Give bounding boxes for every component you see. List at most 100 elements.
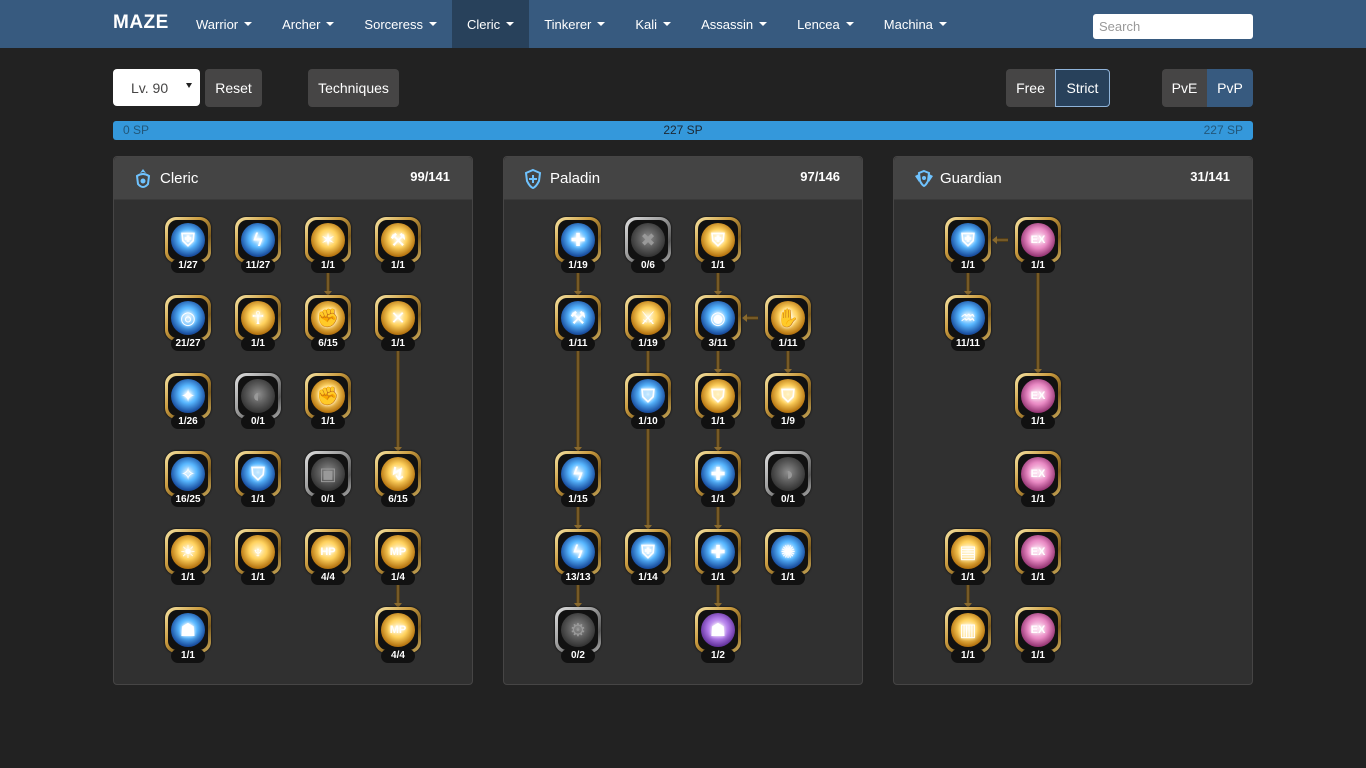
skill-node[interactable]: ☀ 1/1 [165, 529, 211, 587]
nav-item-sorceress[interactable]: Sorceress [349, 0, 452, 48]
mode-strict-button[interactable]: Strict [1055, 69, 1110, 107]
nav-item-lencea[interactable]: Lencea [782, 0, 869, 48]
pvp-button[interactable]: PvP [1207, 69, 1253, 107]
locked-cross-icon: ✖ [631, 223, 665, 257]
skill-node[interactable]: ▤ 1/1 [945, 529, 991, 587]
skill-node[interactable]: ✋ 1/11 [765, 295, 811, 353]
skill-node[interactable]: ϟ 13/13 [555, 529, 601, 587]
skill-node[interactable]: ✚ 1/1 [695, 529, 741, 587]
skill-node[interactable]: ⚒ 1/1 [375, 217, 421, 275]
skill-node[interactable]: ✦ 1/26 [165, 373, 211, 431]
skill-node[interactable]: EX 1/1 [1015, 451, 1061, 509]
skill-node[interactable]: ⚒ 1/11 [555, 295, 601, 353]
skill-node[interactable]: ✚ 1/1 [695, 451, 741, 509]
skill-node[interactable]: ◉ 3/11 [695, 295, 741, 353]
skill-node[interactable]: ✊ 6/15 [305, 295, 351, 353]
skill-node[interactable]: ⛨ 1/14 [625, 529, 671, 587]
level-select[interactable]: Lv. 90 [113, 69, 200, 106]
skill-node[interactable]: ◐ 0/1 [235, 373, 281, 431]
caret-down-icon [759, 22, 768, 26]
skill-inner: ♒ [948, 298, 988, 338]
skill-level-label: 1/1 [381, 337, 415, 351]
skill-node[interactable]: ✖ 0/6 [625, 217, 671, 275]
skill-node[interactable]: EX 1/1 [1015, 607, 1061, 665]
skill-level-label: 0/2 [561, 649, 595, 663]
skill-level-label: 1/1 [771, 571, 805, 585]
panel-sp-count: 31/141 [1190, 169, 1230, 184]
skill-node[interactable]: ✶ 1/1 [305, 217, 351, 275]
reset-button[interactable]: Reset [205, 69, 262, 107]
guard-icon: ⛨ [631, 535, 665, 569]
skill-inner: ☗ [698, 610, 738, 650]
skill-frame: ✶ [305, 217, 351, 263]
nav-item-kali[interactable]: Kali [620, 0, 686, 48]
skill-level-label: 11/11 [951, 337, 985, 351]
skill-node[interactable]: ⛨ 1/1 [695, 217, 741, 275]
skill-frame: ⚔ [625, 295, 671, 341]
skill-node[interactable]: ⛉ 1/10 [625, 373, 671, 431]
skill-level-label: 1/1 [1021, 415, 1055, 429]
skill-node[interactable]: ✚ 1/19 [555, 217, 601, 275]
sp-progress-bar: 0 SP 227 SP 227 SP [113, 121, 1253, 140]
skill-node[interactable]: ⛨ 1/27 [165, 217, 211, 275]
skill-node[interactable]: HP 4/4 [305, 529, 351, 587]
skill-node[interactable]: ⛨ 1/1 [945, 217, 991, 275]
skill-node[interactable]: ϟ 11/27 [235, 217, 281, 275]
skill-inner: ✋ [768, 298, 808, 338]
skill-node[interactable]: ◑ 0/1 [765, 451, 811, 509]
skill-frame: ▣ [305, 451, 351, 497]
skill-node[interactable]: ↯ 6/15 [375, 451, 421, 509]
pve-button[interactable]: PvE [1162, 69, 1207, 107]
skill-node[interactable]: ✊ 1/1 [305, 373, 351, 431]
nav-item-archer[interactable]: Archer [267, 0, 349, 48]
skill-node[interactable]: ✕ 1/1 [375, 295, 421, 353]
skill-level-label: 1/1 [381, 259, 415, 273]
skill-level-label: 1/1 [1021, 493, 1055, 507]
skill-node[interactable]: ⛉ 1/1 [695, 373, 741, 431]
nav-item-cleric[interactable]: Cleric [451, 0, 530, 48]
nav-item-assassin[interactable]: Assassin [686, 0, 782, 48]
skill-inner: ✚ [698, 454, 738, 494]
skill-node[interactable]: ♒ 11/11 [945, 295, 991, 353]
skill-node[interactable]: ⚔ 1/19 [625, 295, 671, 353]
skill-node[interactable]: ▥ 1/1 [945, 607, 991, 665]
skill-node[interactable]: ⛉ 1/1 [235, 451, 281, 509]
skill-node[interactable]: EX 1/1 [1015, 373, 1061, 431]
skill-node[interactable]: ♆ 1/1 [235, 529, 281, 587]
skill-node[interactable]: ☗ 1/1 [165, 607, 211, 665]
brand-logo[interactable]: MAZE [113, 12, 169, 34]
skill-inner: ⛨ [698, 220, 738, 260]
skill-inner: ↯ [378, 454, 418, 494]
skill-connector-line [394, 585, 402, 608]
skill-node[interactable]: EX 1/1 [1015, 217, 1061, 275]
skill-connector-line [714, 585, 722, 608]
skill-frame: ✖ [625, 217, 671, 263]
skill-node[interactable]: ✺ 1/1 [765, 529, 811, 587]
gold-ward-icon: ⛉ [771, 379, 805, 413]
nav-item-warrior[interactable]: Warrior [181, 0, 267, 48]
nav-item-machina[interactable]: Machina [869, 0, 962, 48]
skill-node[interactable]: ϟ 1/15 [555, 451, 601, 509]
skill-node[interactable]: ☥ 1/1 [235, 295, 281, 353]
skill-connector-line [1034, 273, 1042, 374]
skill-node[interactable]: EX 1/1 [1015, 529, 1061, 587]
skill-node[interactable]: ☗ 1/2 [695, 607, 741, 665]
skill-node[interactable]: MP 1/4 [375, 529, 421, 587]
skill-frame: ◎ [165, 295, 211, 341]
skill-node[interactable]: ▣ 0/1 [305, 451, 351, 509]
techniques-button[interactable]: Techniques [308, 69, 399, 107]
skill-frame: ◉ [695, 295, 741, 341]
skill-frame: ☗ [695, 607, 741, 653]
panel-sp-count: 99/141 [410, 169, 450, 184]
skill-node[interactable]: ◎ 21/27 [165, 295, 211, 353]
skill-level-label: 1/1 [311, 259, 345, 273]
skill-node[interactable]: MP 4/4 [375, 607, 421, 665]
search-input[interactable] [1093, 14, 1253, 39]
skill-level-label: 1/19 [631, 337, 665, 351]
skill-node[interactable]: ⛉ 1/9 [765, 373, 811, 431]
skill-frame: ⛉ [235, 451, 281, 497]
nav-item-tinkerer[interactable]: Tinkerer [529, 0, 620, 48]
mode-free-button[interactable]: Free [1006, 69, 1055, 107]
skill-node[interactable]: ⚙ 0/2 [555, 607, 601, 665]
skill-node[interactable]: ✧ 16/25 [165, 451, 211, 509]
